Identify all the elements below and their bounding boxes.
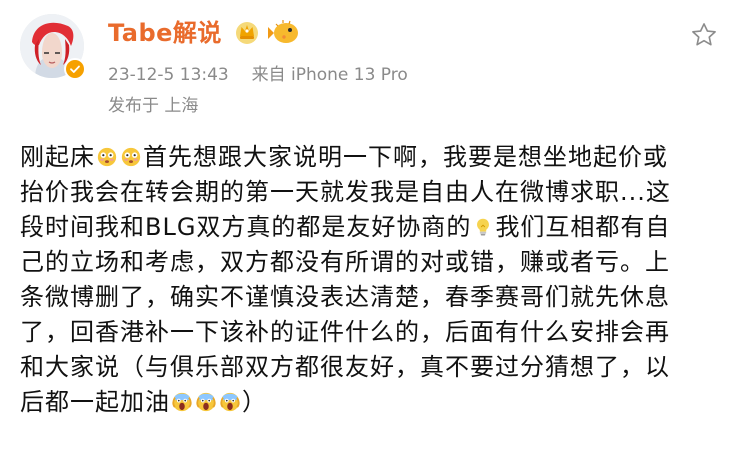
crown-badge-icon	[236, 22, 258, 44]
post-text-fragment: 我们互相都有自	[495, 213, 671, 241]
post-text-fragment: 和大家说（与俱乐部双方都很友好，真不要过分猜想了，以	[20, 353, 670, 381]
post-text-fragment: 刚起床	[20, 143, 95, 171]
check-icon	[70, 65, 80, 73]
post-text-fragment: 抬价我会在转会期的第一天就发我是自由人在微博求职...这	[20, 178, 671, 206]
author-name[interactable]: Tabe解说	[108, 15, 222, 51]
favorite-button[interactable]	[687, 18, 721, 52]
post-location: 发布于 上海	[108, 96, 199, 116]
post-line: 了，回香港补一下该补的证件什么的，后面有什么安排会再	[20, 315, 720, 350]
post-text-fragment: 条微博删了，确实不谨慎没表达清楚，春季赛哥们就先休息	[20, 283, 670, 311]
post-line: 条微博删了，确实不谨慎没表达清楚，春季赛哥们就先休息	[20, 280, 720, 315]
post-text-fragment: 段时间我和BLG双方真的都是友好协商的	[20, 213, 472, 241]
screaming-face-emoji	[195, 388, 217, 412]
lightbulb-emoji	[472, 213, 494, 236]
screaming-face-emoji	[219, 388, 241, 412]
source-prefix: 来自	[251, 65, 286, 85]
avatar-wrap[interactable]	[20, 14, 86, 80]
flushed-face-emoji	[120, 143, 142, 167]
timestamp: 23-12-5 13:43	[108, 65, 229, 85]
author-badges	[232, 18, 312, 48]
post-text-fragment: 后都一起加油	[20, 388, 170, 416]
post-line: 和大家说（与俱乐部双方都很友好，真不要过分猜想了，以	[20, 350, 720, 385]
post-header: Tabe解说 23-12-5 13:43 来自 iPhone 13 Pro 发布…	[0, 0, 733, 126]
post-line: 后都一起加油 ）	[20, 385, 720, 420]
post-meta: 23-12-5 13:43 来自 iPhone 13 Pro	[108, 62, 408, 88]
flushed-face-emoji	[96, 143, 118, 167]
post-text-fragment: 了，回香港补一下该补的证件什么的，后面有什么安排会再	[20, 318, 670, 346]
post-text-fragment: ）	[242, 388, 267, 416]
verified-badge	[64, 58, 86, 80]
post-line: 己的立场和考虑，双方都没有所谓的对或错，赚或者亏。上	[20, 245, 720, 280]
post-line: 刚起床 首先想跟大家说明一下啊，我要是想坐地起价或	[20, 140, 720, 175]
screaming-face-emoji	[171, 388, 193, 412]
device-name[interactable]: iPhone 13 Pro	[291, 62, 408, 88]
pufferfish-badge-icon	[268, 20, 298, 43]
post-line: 段时间我和BLG双方真的都是友好协商的 我们互相都有自	[20, 210, 720, 245]
post-body: 刚起床 首先想跟大家说明一下啊，我要是想坐地起价或抬价我会在转会期的第一天就发我是…	[20, 140, 720, 420]
post-text-fragment: 己的立场和考虑，双方都没有所谓的对或错，赚或者亏。上	[20, 248, 670, 276]
star-outline-icon	[692, 23, 716, 46]
post-line: 抬价我会在转会期的第一天就发我是自由人在微博求职...这	[20, 175, 720, 210]
post-text-fragment: 首先想跟大家说明一下啊，我要是想坐地起价或	[143, 143, 668, 171]
